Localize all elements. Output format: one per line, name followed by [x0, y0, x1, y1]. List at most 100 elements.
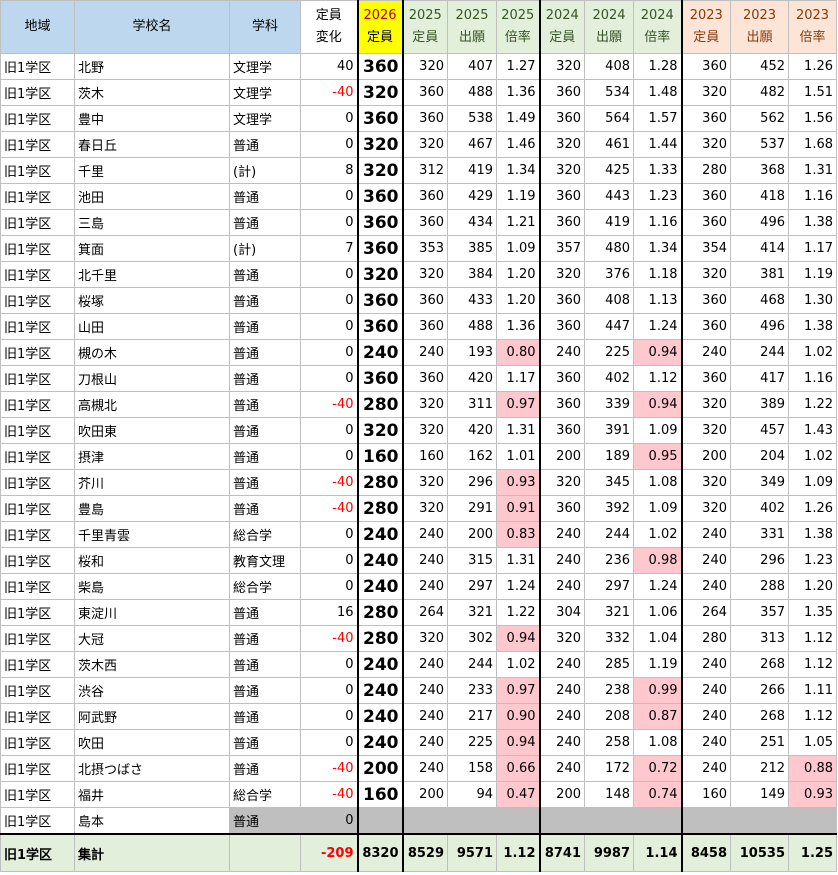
cell-app2023: 266 — [730, 677, 789, 704]
cell-app2023: 288 — [730, 573, 789, 600]
cell-cap2025: 360 — [402, 365, 448, 392]
cell-change: 40 — [300, 53, 359, 80]
cell-app2023: 402 — [730, 495, 789, 522]
header-ratio2023-year: 2023 — [795, 8, 830, 23]
cell-cap2024: 240 — [539, 651, 585, 678]
cell-dept: 普通 — [229, 651, 301, 678]
header-cap2026-year: 2026 — [363, 8, 397, 23]
cell-app2025: 315 — [447, 547, 497, 574]
header-cap2026: 2026 定員 — [357, 0, 404, 54]
header-cap2024: 2024 定員 — [539, 0, 585, 54]
cell-change: -40 — [300, 391, 359, 418]
cell-dept: 普通 — [229, 599, 301, 626]
table-row: 旧1学区 千里青雲 総合学 0 240 240 200 0.83 240 244 1.02 240 33… — [0, 521, 837, 548]
table-row: 旧1学区 桜和 教育文理 0 240 240 315 1.31 240 236 0.98 240 296… — [0, 547, 837, 574]
cell-ratio2025: 1.36 — [496, 79, 541, 106]
header-app2023: 2023 出願 — [730, 0, 789, 54]
cell-school: 北野 — [74, 53, 230, 80]
cell-app2024: 480 — [584, 235, 634, 262]
cell-cap2025: 320 — [402, 53, 448, 80]
cell-school: 北摂つばさ — [74, 755, 230, 782]
cell-ratio2023: 1.38 — [788, 521, 837, 548]
cell-ratio2025 — [496, 807, 541, 835]
cell-ratio2023: 1.16 — [788, 365, 837, 392]
cell-cap2026: 240 — [357, 677, 404, 704]
cell-cap2026: 280 — [357, 469, 404, 496]
cell-cap2026: 200 — [357, 755, 404, 782]
cell-change: 0 — [300, 807, 359, 835]
cell-app2023: 389 — [730, 391, 789, 418]
total-region: 旧1学区 — [0, 833, 75, 872]
header-cap2023-label: 定員 — [693, 30, 720, 45]
cell-cap2024 — [539, 807, 585, 835]
cell-app2024: 236 — [584, 547, 634, 574]
cell-ratio2023: 1.22 — [788, 391, 837, 418]
cell-ratio2024: 0.99 — [633, 677, 683, 704]
cell-cap2025 — [402, 807, 448, 835]
cell-cap2024: 320 — [539, 469, 585, 496]
cell-change: 0 — [300, 521, 359, 548]
cell-app2023: 417 — [730, 365, 789, 392]
table-row: 旧1学区 吹田 普通 0 240 240 225 0.94 240 258 1.08 240 251 1.… — [0, 729, 837, 756]
cell-change: 0 — [300, 209, 359, 236]
cell-cap2024: 360 — [539, 209, 585, 236]
cell-cap2025: 312 — [402, 157, 448, 184]
cell-app2025: 384 — [447, 261, 497, 288]
cell-cap2024: 240 — [539, 573, 585, 600]
cell-dept: 普通 — [229, 443, 301, 470]
cell-change: -40 — [300, 755, 359, 782]
cell-app2024: 461 — [584, 131, 634, 158]
cell-change: -40 — [300, 469, 359, 496]
cell-app2024: 408 — [584, 53, 634, 80]
table-row: 旧1学区 柴島 総合学 0 240 240 297 1.24 240 297 1.24 240 288 1… — [0, 573, 837, 600]
cell-ratio2024: 1.02 — [633, 521, 683, 548]
cell-region: 旧1学区 — [0, 547, 75, 574]
cell-ratio2023: 0.93 — [788, 781, 837, 808]
cell-cap2024: 360 — [539, 365, 585, 392]
table-row: 旧1学区 刀根山 普通 0 360 360 420 1.17 360 402 1.12 360 417 1… — [0, 365, 837, 392]
cell-region: 旧1学区 — [0, 287, 75, 314]
cell-ratio2025: 1.19 — [496, 183, 541, 210]
cell-cap2024: 200 — [539, 443, 585, 470]
cell-ratio2024: 1.09 — [633, 495, 683, 522]
cell-app2023: 482 — [730, 79, 789, 106]
cell-ratio2024: 1.06 — [633, 599, 683, 626]
cell-ratio2024: 1.04 — [633, 625, 683, 652]
cell-cap2026: 360 — [357, 183, 404, 210]
cell-dept: 普通 — [229, 287, 301, 314]
cell-cap2024: 360 — [539, 313, 585, 340]
cell-app2025: 488 — [447, 79, 497, 106]
cell-cap2025: 360 — [402, 105, 448, 132]
total-ratio2024: 1.14 — [633, 833, 683, 872]
cell-change: 0 — [300, 703, 359, 730]
cell-app2024: 564 — [584, 105, 634, 132]
cell-cap2023: 240 — [681, 703, 731, 730]
cell-change: 0 — [300, 183, 359, 210]
cell-app2023: 212 — [730, 755, 789, 782]
cell-cap2026: 320 — [357, 157, 404, 184]
cell-ratio2025: 1.22 — [496, 599, 541, 626]
table-row: 旧1学区 北摂つばさ 普通 -40 200 240 158 0.66 240 172 0.72 240… — [0, 755, 837, 782]
cell-app2024: 244 — [584, 521, 634, 548]
cell-app2024: 392 — [584, 495, 634, 522]
cell-cap2026: 280 — [357, 599, 404, 626]
cell-cap2023: 354 — [681, 235, 731, 262]
cell-dept: 普通 — [229, 703, 301, 730]
cell-ratio2024: 1.57 — [633, 105, 683, 132]
cell-app2023: 349 — [730, 469, 789, 496]
cell-cap2025: 320 — [402, 625, 448, 652]
table-row: 旧1学区 吹田東 普通 0 320 320 420 1.31 360 391 1.09 320 457 1… — [0, 417, 837, 444]
cell-cap2024: 240 — [539, 521, 585, 548]
cell-school: 摂津 — [74, 443, 230, 470]
cell-app2025: 488 — [447, 313, 497, 340]
cell-school: 渋谷 — [74, 677, 230, 704]
cell-ratio2024: 1.33 — [633, 157, 683, 184]
total-dept — [229, 833, 301, 872]
cell-cap2026: 240 — [357, 573, 404, 600]
cell-dept: 普通 — [229, 469, 301, 496]
cell-cap2023: 360 — [681, 365, 731, 392]
cell-cap2026: 320 — [357, 131, 404, 158]
cell-app2025: 200 — [447, 521, 497, 548]
cell-cap2024: 240 — [539, 729, 585, 756]
cell-school: 千里青雲 — [74, 521, 230, 548]
